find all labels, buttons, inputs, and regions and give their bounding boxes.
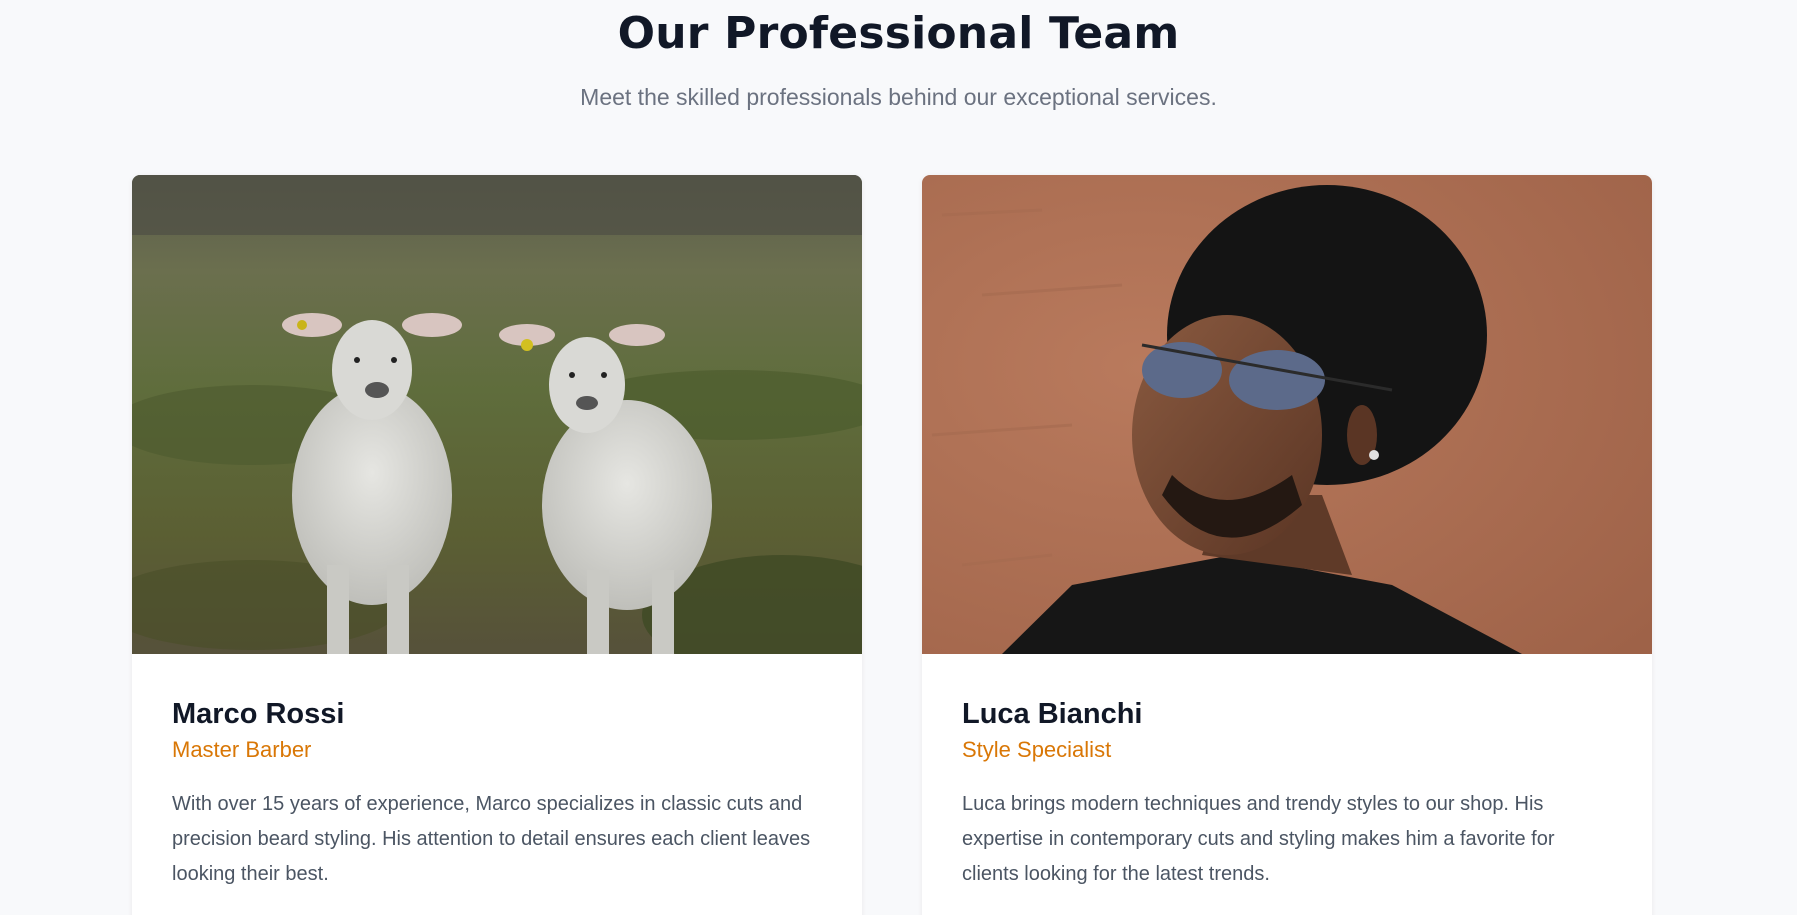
section-title: Our Professional Team — [617, 8, 1180, 59]
man-with-hat-photo — [922, 175, 1652, 654]
team-member-bio: Luca brings modern techniques and trendy… — [962, 792, 1555, 885]
section-subtitle: Meet the skilled professionals behind ou… — [580, 84, 1217, 110]
team-member-photo — [922, 175, 1652, 654]
team-member-name: Luca Bianchi — [962, 698, 1143, 730]
team-member-name: Marco Rossi — [172, 698, 345, 730]
team-member-photo — [132, 175, 862, 654]
team-member-role: Master Barber — [172, 737, 312, 763]
team-member-role: Style Specialist — [962, 737, 1112, 763]
team-member-bio: With over 15 years of experience, Marco … — [172, 792, 811, 885]
team-card-marco: Marco Rossi Master Barber With over 15 y… — [132, 175, 862, 915]
team-card-luca: Luca Bianchi Style Specialist Luca bring… — [922, 175, 1652, 915]
two-sheep-photo — [132, 175, 862, 654]
team-section: Our Professional Team Meet the skilled p… — [0, 0, 1797, 915]
